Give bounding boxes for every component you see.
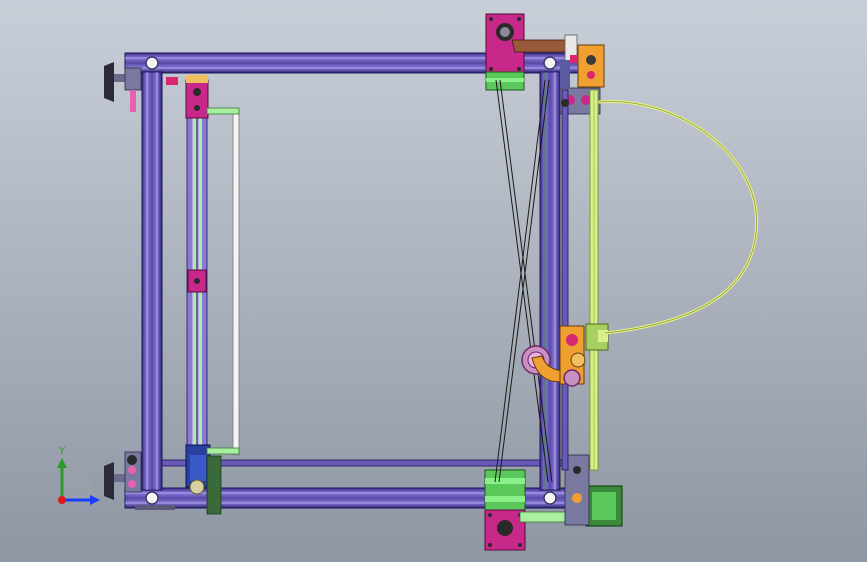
top-foot-knob xyxy=(104,62,114,102)
right-frame-profile xyxy=(539,71,561,491)
right-inner-rail xyxy=(561,89,569,471)
screw-bottom-right xyxy=(543,491,557,505)
left-frame-profile xyxy=(141,71,163,491)
screw-top-left xyxy=(145,56,159,70)
triad-z-axis-dot xyxy=(58,496,66,504)
carriage-pulley-right xyxy=(563,369,581,387)
screw-top-right xyxy=(543,56,557,70)
right-guide-rod xyxy=(589,89,599,471)
triad-y-label: Y xyxy=(58,446,66,457)
bottom-foot-knob xyxy=(104,462,114,500)
left-rail-top-bracket xyxy=(185,79,209,119)
cad-assembly-drawing: Y xyxy=(0,0,867,562)
cad-viewport[interactable]: Y xyxy=(0,0,867,562)
screw-bottom-left xyxy=(145,491,159,505)
bottom-stepper-motor xyxy=(484,469,526,513)
